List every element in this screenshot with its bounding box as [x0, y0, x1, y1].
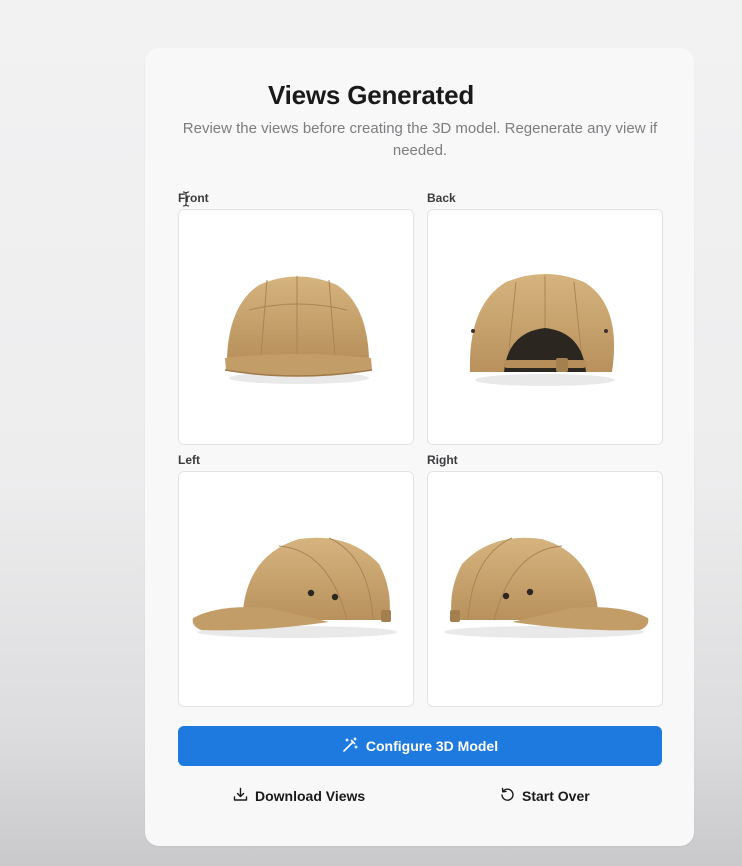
cap-right-image — [444, 537, 649, 638]
page-subtitle: Review the views before creating the 3D … — [182, 120, 658, 159]
download-views-label: Download Views — [255, 788, 366, 804]
configure-3d-model-button[interactable]: Configure 3D Model — [178, 726, 662, 766]
view-label-left: Left — [178, 453, 200, 467]
view-label-right: Right — [427, 453, 458, 467]
download-icon — [233, 787, 248, 805]
configure-3d-model-label: Configure 3D Model — [365, 738, 499, 754]
rotate-ccw-icon — [500, 787, 515, 805]
page-title: Views Generated — [267, 80, 475, 110]
start-over-button[interactable]: Start Over — [500, 782, 590, 810]
start-over-label: Start Over — [522, 788, 590, 804]
cap-front-image — [224, 276, 373, 384]
download-views-button[interactable]: Download Views — [233, 782, 365, 810]
text-cursor-icon — [182, 191, 190, 207]
view-right[interactable] — [427, 471, 663, 707]
view-back[interactable] — [427, 209, 663, 445]
view-front[interactable] — [178, 209, 414, 445]
cap-left-image — [192, 537, 397, 638]
cap-back-image — [469, 274, 615, 386]
magic-wand-icon — [342, 736, 358, 756]
view-label-back: Back — [427, 191, 456, 205]
view-left[interactable] — [178, 471, 414, 707]
